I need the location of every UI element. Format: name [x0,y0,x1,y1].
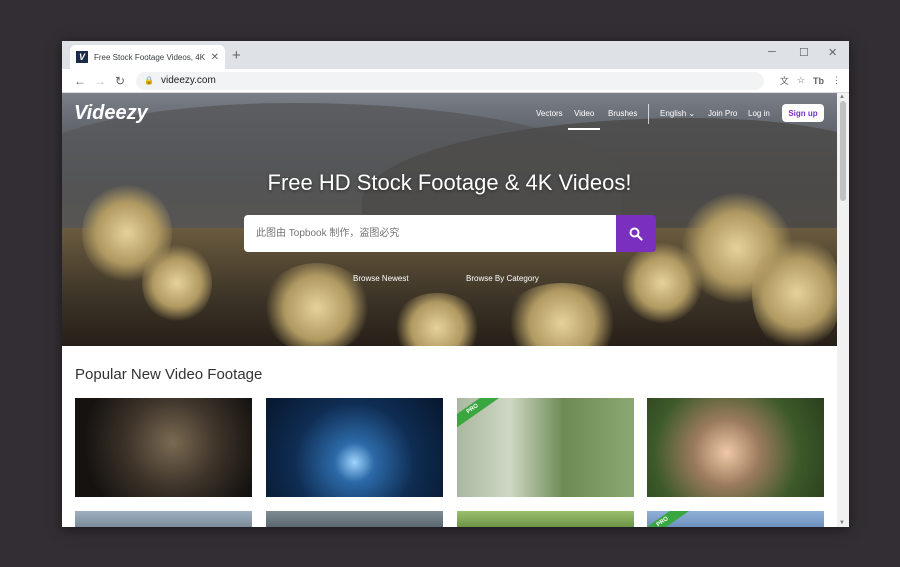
forward-icon[interactable]: → [90,74,110,88]
video-thumbnail[interactable] [457,511,634,527]
nav-divider [648,104,649,124]
browser-window: V Free Stock Footage Videos, 4K ✕ + ─ ☐ … [62,41,849,527]
video-thumbnail[interactable] [647,398,824,497]
language-dropdown[interactable]: English ⌄ [660,109,695,118]
translate-icon[interactable]: 文 [780,74,789,87]
scroll-up-icon[interactable]: ▲ [839,94,845,100]
browser-tab[interactable]: V Free Stock Footage Videos, 4K ✕ [70,45,225,69]
cactus-shape [622,243,702,323]
address-bar: ← → ↻ 🔒 videezy.com 文 ☆ Tb ⋮ [62,69,849,93]
scroll-down-icon[interactable]: ▼ [839,520,845,526]
video-thumbnail[interactable]: PRO [647,511,824,527]
video-thumbnail[interactable] [75,511,252,527]
search-button[interactable] [616,215,656,252]
scrollbar[interactable]: ▲ ▼ [837,93,849,527]
new-tab-icon[interactable]: + [232,47,241,64]
pro-badge: PRO [647,511,691,527]
scrollbar-thumb[interactable] [840,101,846,201]
cactus-shape [142,243,212,323]
url-field[interactable]: 🔒 videezy.com [136,71,764,90]
chevron-down-icon: ⌄ [688,109,696,118]
nav-video[interactable]: Video [567,109,601,130]
maximize-icon[interactable]: ☐ [799,46,809,59]
video-thumbnail[interactable]: PRO [457,398,634,497]
browse-newest-link[interactable]: Browse Newest [353,274,409,283]
join-pro-link[interactable]: Join Pro [708,109,737,118]
section-title: Popular New Video Footage [75,366,263,383]
menu-dots-icon[interactable]: ⋮ [832,75,841,86]
tab-title: Free Stock Footage Videos, 4K [94,52,206,62]
login-link[interactable]: Log in [748,109,770,118]
search-input[interactable] [244,215,616,252]
browse-category-link[interactable]: Browse By Category [466,274,539,283]
video-thumbnail[interactable] [75,398,252,497]
search-icon [629,227,643,241]
back-icon[interactable]: ← [70,74,90,88]
lock-icon: 🔒 [144,76,154,85]
nav-vectors[interactable]: Vectors [536,109,563,118]
reload-icon[interactable]: ↻ [110,74,130,88]
hero-title: Free HD Stock Footage & 4K Videos! [267,170,632,195]
cactus-shape [752,233,837,346]
hero-banner: Videezy Vectors Video Brushes English ⌄ … [62,93,837,346]
favicon-icon: V [76,51,88,63]
signup-button[interactable]: Sign up [782,104,824,122]
profile-icon[interactable]: Tb [813,76,824,86]
tab-bar: V Free Stock Footage Videos, 4K ✕ + ─ ☐ … [62,41,849,69]
page-content: Videezy Vectors Video Brushes English ⌄ … [62,93,837,527]
minimize-icon[interactable]: ─ [768,46,776,58]
site-logo[interactable]: Videezy [74,102,148,125]
video-thumbnail[interactable] [266,398,443,497]
pro-badge: PRO [457,398,501,432]
video-thumbnail[interactable] [266,511,443,527]
url-text: videezy.com [160,75,216,86]
window-close-icon[interactable]: ✕ [828,46,837,59]
tab-close-icon[interactable]: ✕ [211,52,219,63]
language-label: English [660,109,687,118]
bookmark-star-icon[interactable]: ☆ [797,75,805,86]
nav-brushes[interactable]: Brushes [608,109,637,118]
